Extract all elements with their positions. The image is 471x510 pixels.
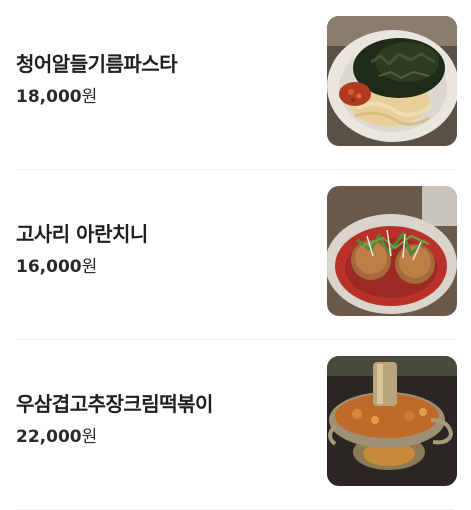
menu-item-text: 청어알들기름파스타 18,000원: [16, 50, 306, 108]
menu-item-price: 22,000원: [16, 426, 306, 448]
menu-item-name: 우삼겹고추장크림떡볶이: [16, 392, 213, 416]
menu-list: 청어알들기름파스타 18,000원 고사리 아란치니 16,000원 우삼겹고추…: [0, 0, 471, 510]
tteokbokki-hotpot-photo: [327, 356, 457, 486]
menu-item-text: 고사리 아란치니 16,000원: [16, 220, 306, 278]
pasta-photo: [327, 16, 457, 146]
menu-item-name: 청어알들기름파스타: [16, 52, 178, 76]
arancini-photo: [327, 186, 457, 316]
price-value: 22,000: [16, 427, 82, 447]
menu-item-name: 고사리 아란치니: [16, 222, 148, 246]
menu-item-price: 16,000원: [16, 256, 306, 278]
menu-item-photo-pasta[interactable]: [327, 16, 457, 146]
menu-item-text: 우삼겹고추장크림떡볶이 22,000원: [16, 390, 306, 448]
price-currency: 원: [81, 87, 98, 107]
price-currency: 원: [81, 427, 98, 447]
menu-item-price: 18,000원: [16, 86, 306, 108]
menu-item[interactable]: 고사리 아란치니 16,000원: [0, 170, 471, 340]
price-currency: 원: [81, 257, 98, 277]
menu-item-photo-arancini[interactable]: [327, 186, 457, 316]
price-value: 18,000: [16, 87, 82, 107]
price-value: 16,000: [16, 257, 82, 277]
menu-item-photo-tteokbokki[interactable]: [327, 356, 457, 486]
menu-item[interactable]: 우삼겹고추장크림떡볶이 22,000원: [0, 340, 471, 510]
menu-item[interactable]: 청어알들기름파스타 18,000원: [0, 0, 471, 170]
